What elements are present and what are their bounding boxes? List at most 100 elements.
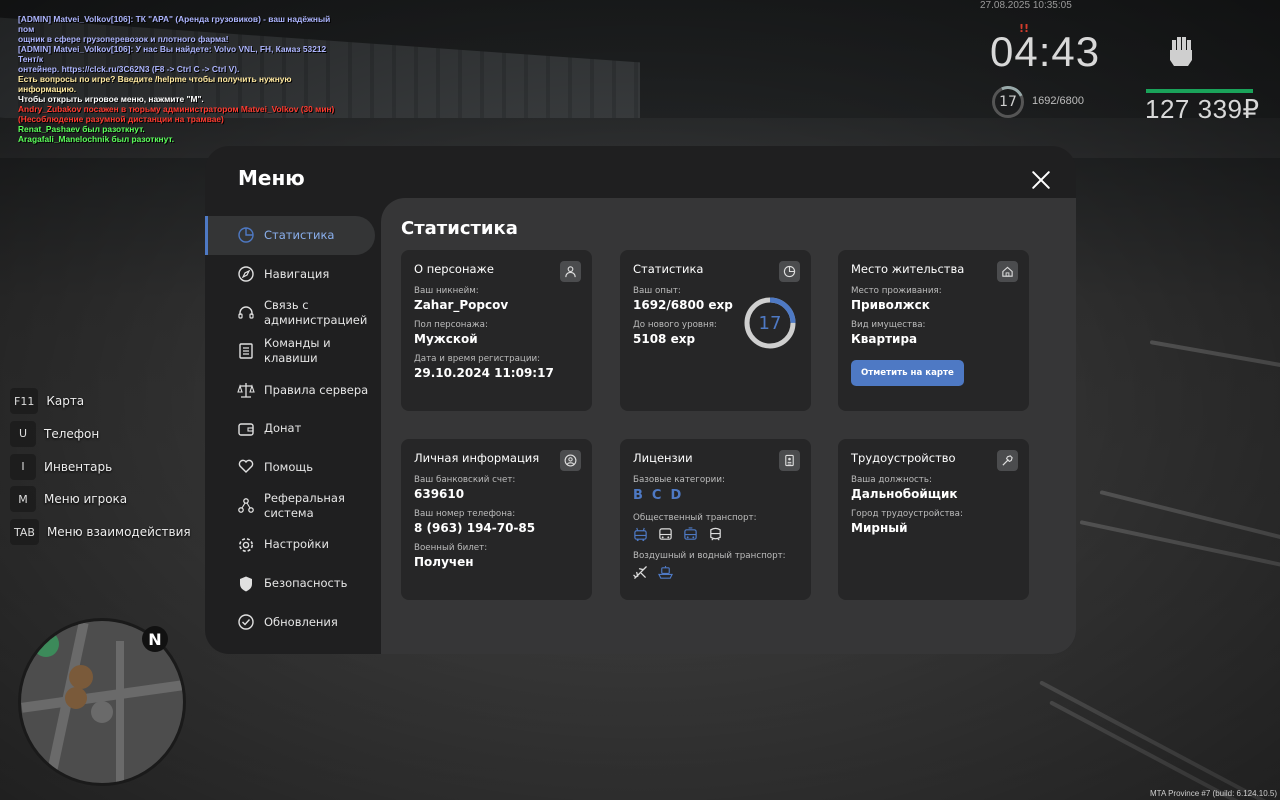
property-value: Квартира	[851, 332, 918, 346]
wallet-icon	[238, 423, 254, 436]
field-label: Ваш номер телефона:	[414, 509, 516, 519]
field-label: Ваш опыт:	[633, 286, 681, 296]
card-licenses: Лицензии Базовые категории: BCD Обществе…	[620, 439, 811, 600]
license-category: D	[670, 488, 682, 503]
hud-datetime: 27.08.2025 10:35:05	[980, 0, 1072, 11]
sidebar-item[interactable]: Донат	[205, 409, 381, 448]
hotkey-item[interactable]: U Телефон	[10, 420, 191, 447]
hotkey-key: I	[10, 453, 36, 480]
hotkey-label: Телефон	[44, 426, 100, 441]
menu-sidebar: Статистика Навигация Связь с администрацие…	[205, 216, 381, 642]
bus-stop-icon	[33, 631, 59, 657]
sidebar-item[interactable]: Помощь	[205, 448, 381, 487]
sidebar-item[interactable]: Настройки	[205, 526, 381, 565]
hotkey-label: Меню игрока	[44, 492, 128, 507]
card-title: Лицензии	[633, 451, 693, 465]
sidebar-item[interactable]: Реферальная система	[205, 487, 381, 526]
close-button[interactable]	[1027, 166, 1055, 194]
chat-line: Чтобы открыть игровое меню, нажмите "M".	[18, 94, 204, 104]
hotkey-item[interactable]: TAB Меню взаимодействия	[10, 519, 191, 546]
field-label: Ваш никнейм:	[414, 286, 479, 296]
menu-title: Меню	[238, 166, 305, 190]
sidebar-item-label: Донат	[264, 421, 302, 436]
field-label: Базовые категории:	[633, 475, 725, 485]
truck-icon	[65, 687, 87, 709]
sidebar-item[interactable]: Обновления	[205, 603, 381, 642]
chat-line: [ADMIN] Matvei_Volkov[106]: У нас Вы най…	[18, 44, 329, 64]
hotkey-key: M	[10, 486, 36, 513]
chat-line: [ADMIN] Matvei_Volkov[106]: ТК "АРА" (Ар…	[18, 14, 333, 34]
sidebar-item[interactable]: Статистика	[205, 216, 375, 255]
job-city-value: Мирный	[851, 521, 908, 535]
sidebar-item[interactable]: Безопасность	[205, 564, 381, 603]
card-personal: Личная информация Ваш банковский счет: 6…	[401, 439, 592, 600]
level-number: 17	[758, 312, 782, 334]
pie-chart-icon	[779, 261, 800, 282]
bus-icon	[659, 528, 672, 540]
card-title: Личная информация	[414, 451, 540, 465]
sidebar-item[interactable]: Команды и клавиши	[205, 332, 381, 371]
hotkey-key: TAB	[10, 519, 39, 546]
tram-icon	[684, 527, 697, 540]
hud-level-badge: 17	[992, 86, 1024, 118]
chat-line: ощник в сфере грузоперевозок и плотного …	[18, 34, 229, 44]
hotkey-label: Меню взаимодействия	[46, 525, 191, 540]
hotkey-key: F11	[10, 388, 39, 414]
sidebar-item-label: Команды и клавиши	[264, 336, 331, 366]
sidebar-item[interactable]: Навигация	[205, 255, 381, 294]
field-label: Ваша должность:	[851, 475, 932, 485]
mark-on-map-button[interactable]: Отметить на карте	[851, 360, 964, 386]
heart-hands-icon	[238, 460, 254, 474]
headset-icon	[238, 306, 254, 319]
gear-icon	[239, 537, 253, 552]
chat-line: Andry_Zubakov посажен в тюрьму администр…	[18, 104, 335, 114]
content-title: Статистика	[401, 218, 518, 239]
sidebar-item-label: Безопасность	[264, 576, 348, 591]
card-stats: Статистика Ваш опыт: 1692/6800 exp До но…	[620, 250, 811, 411]
hud-exp-text: 1692/6800	[1032, 95, 1084, 107]
hotkey-item[interactable]: I Инвентарь	[10, 453, 191, 480]
card-title: Статистика	[633, 262, 704, 276]
user-icon	[560, 261, 581, 282]
home-icon	[997, 261, 1018, 282]
sidebar-item-label: Навигация	[264, 266, 330, 281]
game-menu: Меню Статистика Навигация Связь с админист…	[205, 146, 1076, 654]
sidebar-item-label: Статистика	[264, 227, 335, 242]
license-category: C	[651, 488, 662, 503]
hotkey-item[interactable]: M Меню игрока	[10, 486, 191, 513]
user-circle-icon	[560, 450, 581, 471]
check-circle-icon	[238, 614, 254, 630]
card-character: О персонаже Ваш никнейм: Zahar_Popcov По…	[401, 250, 592, 411]
hotkey-list: F11 Карта U Телефон I Инвентарь M Меню игрока TA…	[10, 388, 191, 552]
hotkey-item[interactable]: F11 Карта	[10, 388, 191, 414]
field-label: Общественный транспорт:	[633, 513, 757, 523]
sidebar-item[interactable]: Правила сервера	[205, 371, 381, 410]
document-list-icon	[239, 343, 253, 360]
air-water-transport-row	[633, 565, 798, 580]
chat-log: [ADMIN] Matvei_Volkov[106]: ТК "АРА" (Ар…	[18, 14, 348, 144]
card-job: Трудоустройство Ваша должность: Дальнобо…	[838, 439, 1029, 600]
nickname-value: Zahar_Popcov	[414, 298, 509, 312]
build-info: MTA Province #7 (build: 6.124.10.5)	[1150, 789, 1278, 798]
chat-line: онтейнер. https://clck.ru/3C62N3 (F8 -> …	[18, 64, 240, 74]
field-label: Пол персонажа:	[414, 320, 488, 330]
id-card-icon	[779, 450, 800, 471]
hotkey-key: U	[10, 420, 36, 447]
users-network-icon	[238, 498, 254, 514]
minimap-road	[116, 641, 124, 783]
sidebar-item-label: Настройки	[264, 537, 329, 552]
metro-icon	[710, 527, 721, 541]
chat-line: (Несоблюдение разумной дистанции на трам…	[18, 114, 224, 124]
sidebar-item-label: Правила сервера	[264, 382, 369, 397]
sidebar-item[interactable]: Связь с администрацией	[205, 293, 381, 332]
shield-icon	[240, 576, 252, 592]
airplane-icon	[633, 566, 647, 579]
license-categories: BCD	[633, 488, 798, 503]
gender-value: Мужской	[414, 332, 478, 346]
field-label: Дата и время регистрации:	[414, 354, 541, 364]
sidebar-item-label: Связь с администрацией	[264, 297, 368, 327]
boat-icon	[658, 565, 673, 579]
job-position-value: Дальнобойщик	[851, 487, 958, 501]
fist-icon	[1170, 37, 1192, 66]
menu-content: Статистика О персонаже Ваш никнейм: Zaha…	[381, 198, 1076, 654]
